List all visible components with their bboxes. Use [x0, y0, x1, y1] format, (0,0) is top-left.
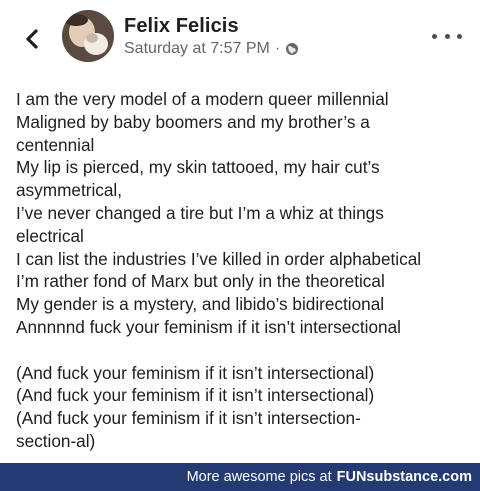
post-line: I can list the industries I’ve killed in… [16, 248, 422, 269]
post-line: My lip is pierced, my skin tattooed, my … [16, 157, 380, 178]
post-line: Maligned by baby boomers and my brother’… [16, 111, 370, 132]
post-line: I’ve never changed a tire but I’m a whiz… [16, 202, 384, 223]
more-options-button[interactable] [432, 28, 462, 44]
post-line: asymmetrical, [16, 180, 123, 201]
avatar-photo [62, 10, 114, 62]
avatar[interactable] [62, 10, 114, 62]
post-timestamp[interactable]: Saturday at 7:57 PM [124, 40, 270, 58]
post-line: (And fuck your feminism if it isn’t inte… [16, 385, 375, 406]
post-line: (And fuck your feminism if it isn’t inte… [16, 362, 375, 383]
post-line: Annnnnd fuck your feminism if it isn’t i… [16, 316, 401, 337]
post-header: Felix Felicis Saturday at 7:57 PM · [0, 0, 480, 76]
author-name[interactable]: Felix Felicis [124, 15, 239, 38]
footer-text: More awesome pics at [186, 469, 332, 485]
globe-icon [286, 43, 299, 55]
post-line: centennial [16, 134, 95, 155]
watermark-footer: More awesome pics at FUNsubstance.com [0, 463, 480, 491]
footer-brand[interactable]: FUNsubstance.com [337, 469, 472, 485]
more-dots-icon [457, 33, 462, 39]
post-line: My gender is a mystery, and libido’s bid… [16, 294, 385, 315]
more-dots-icon [432, 33, 437, 39]
post-line: (And fuck your feminism if it isn’t inte… [16, 408, 361, 429]
post-line: I am the very model of a modern queer mi… [16, 89, 389, 109]
more-dots-icon [444, 33, 450, 39]
post-line: I’m rather fond of Marx but only in the … [16, 271, 385, 292]
back-button[interactable] [18, 24, 46, 54]
post-meta: Saturday at 7:57 PM · [124, 40, 299, 58]
post-line: electrical [16, 225, 84, 246]
chevron-left-icon [26, 29, 38, 49]
post-line: section-al) [16, 430, 96, 451]
post-body: I am the very model of a modern queer mi… [16, 88, 472, 453]
meta-separator: · [274, 40, 281, 57]
